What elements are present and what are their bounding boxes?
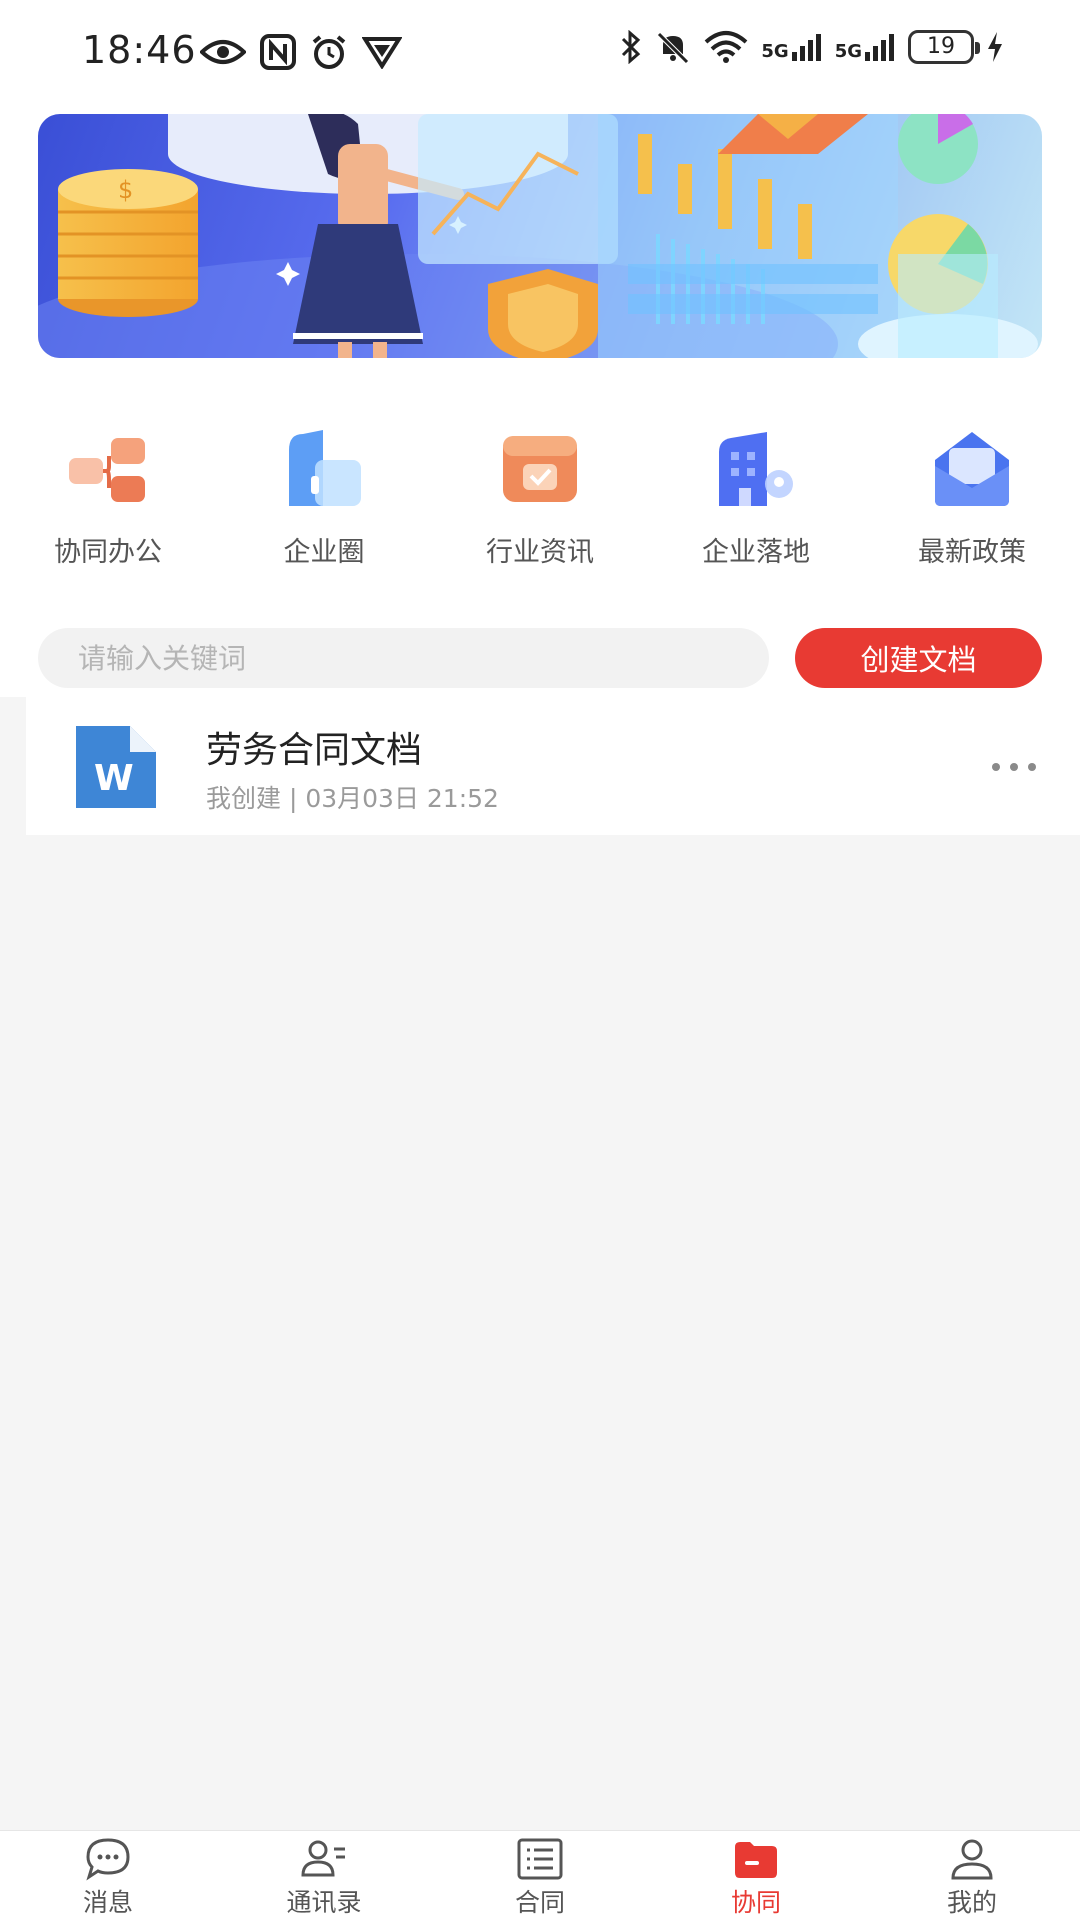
tab-label: 我的	[946, 1888, 997, 1917]
quick-menu-industry-news[interactable]: 行业资讯	[432, 420, 648, 580]
quick-menu-enterprise-landing[interactable]: 企业落地	[648, 420, 864, 580]
tab-profile[interactable]: 我的	[864, 1831, 1080, 1920]
bluetooth-icon	[622, 30, 641, 64]
contacts-icon	[301, 1840, 345, 1877]
signal-2: 5G	[835, 32, 896, 62]
quick-menu-enterprise-circle[interactable]: 企业圈	[216, 420, 432, 580]
collaboration-folder-icon	[735, 1842, 777, 1878]
tab-collaboration[interactable]: 协同	[648, 1831, 864, 1920]
quick-menu-label: 最新政策	[918, 537, 1026, 568]
mute-bell-icon	[657, 32, 690, 64]
status-time: 18:46	[82, 28, 197, 72]
quick-menu-label: 企业落地	[702, 537, 810, 568]
nfc-icon	[260, 34, 296, 70]
more-options-icon[interactable]	[986, 747, 1046, 787]
latest-policy-icon	[935, 432, 1009, 506]
search-box[interactable]	[38, 628, 769, 688]
tab-label: 消息	[82, 1888, 133, 1917]
charging-icon	[988, 32, 1002, 62]
enterprise-landing-icon	[719, 432, 793, 506]
alarm-icon	[312, 35, 346, 69]
banner-illustration: $	[38, 114, 1038, 358]
signal-1: 5G	[761, 32, 822, 62]
bottom-tab-bar: 消息 通讯录 合同 协同 我的	[0, 1830, 1080, 1920]
tab-label: 协同	[730, 1888, 781, 1917]
network-type-label: 5G	[761, 41, 789, 62]
signal-bars-icon	[865, 34, 894, 61]
tab-label: 通讯录	[286, 1888, 362, 1917]
quick-menu: 协同办公 企业圈 行业资讯 企业落地 最新政策	[0, 420, 1080, 580]
document-title: 劳务合同文档	[206, 730, 423, 771]
tab-contract[interactable]: 合同	[432, 1831, 648, 1920]
vpn-shield-icon	[362, 37, 402, 69]
promo-banner[interactable]: $	[38, 114, 1042, 358]
enterprise-circle-icon	[289, 430, 361, 506]
eye-icon	[200, 40, 246, 64]
tab-label: 合同	[514, 1888, 565, 1917]
profile-icon	[951, 1839, 993, 1880]
quick-menu-label: 行业资讯	[486, 537, 594, 568]
status-bar: 18:46 5G 5G 19	[0, 0, 1080, 108]
tab-contacts[interactable]: 通讯录	[216, 1831, 432, 1920]
word-document-icon: W	[76, 726, 156, 808]
document-list-item[interactable]: W 劳务合同文档 我创建 | 03月03日 21:52	[26, 697, 1080, 835]
collaboration-icon	[69, 438, 145, 502]
battery-indicator: 19	[908, 30, 980, 64]
network-type-label: 5G	[834, 41, 862, 62]
quick-menu-collaboration[interactable]: 协同办公	[0, 420, 216, 580]
quick-menu-label: 企业圈	[283, 537, 365, 568]
search-input[interactable]	[38, 628, 769, 688]
message-icon	[86, 1838, 130, 1881]
contract-icon	[517, 1838, 563, 1880]
create-document-button[interactable]: 创建文档	[795, 628, 1042, 688]
document-meta: 我创建 | 03月03日 21:52	[206, 784, 499, 813]
wifi-icon	[705, 31, 748, 63]
quick-menu-label: 协同办公	[54, 537, 162, 568]
word-letter: W	[94, 758, 134, 799]
industry-news-icon	[503, 436, 577, 502]
quick-menu-latest-policy[interactable]: 最新政策	[864, 420, 1080, 580]
signal-bars-icon	[791, 34, 821, 61]
svg-text:$: $	[118, 176, 133, 204]
tab-messages[interactable]: 消息	[0, 1831, 216, 1920]
